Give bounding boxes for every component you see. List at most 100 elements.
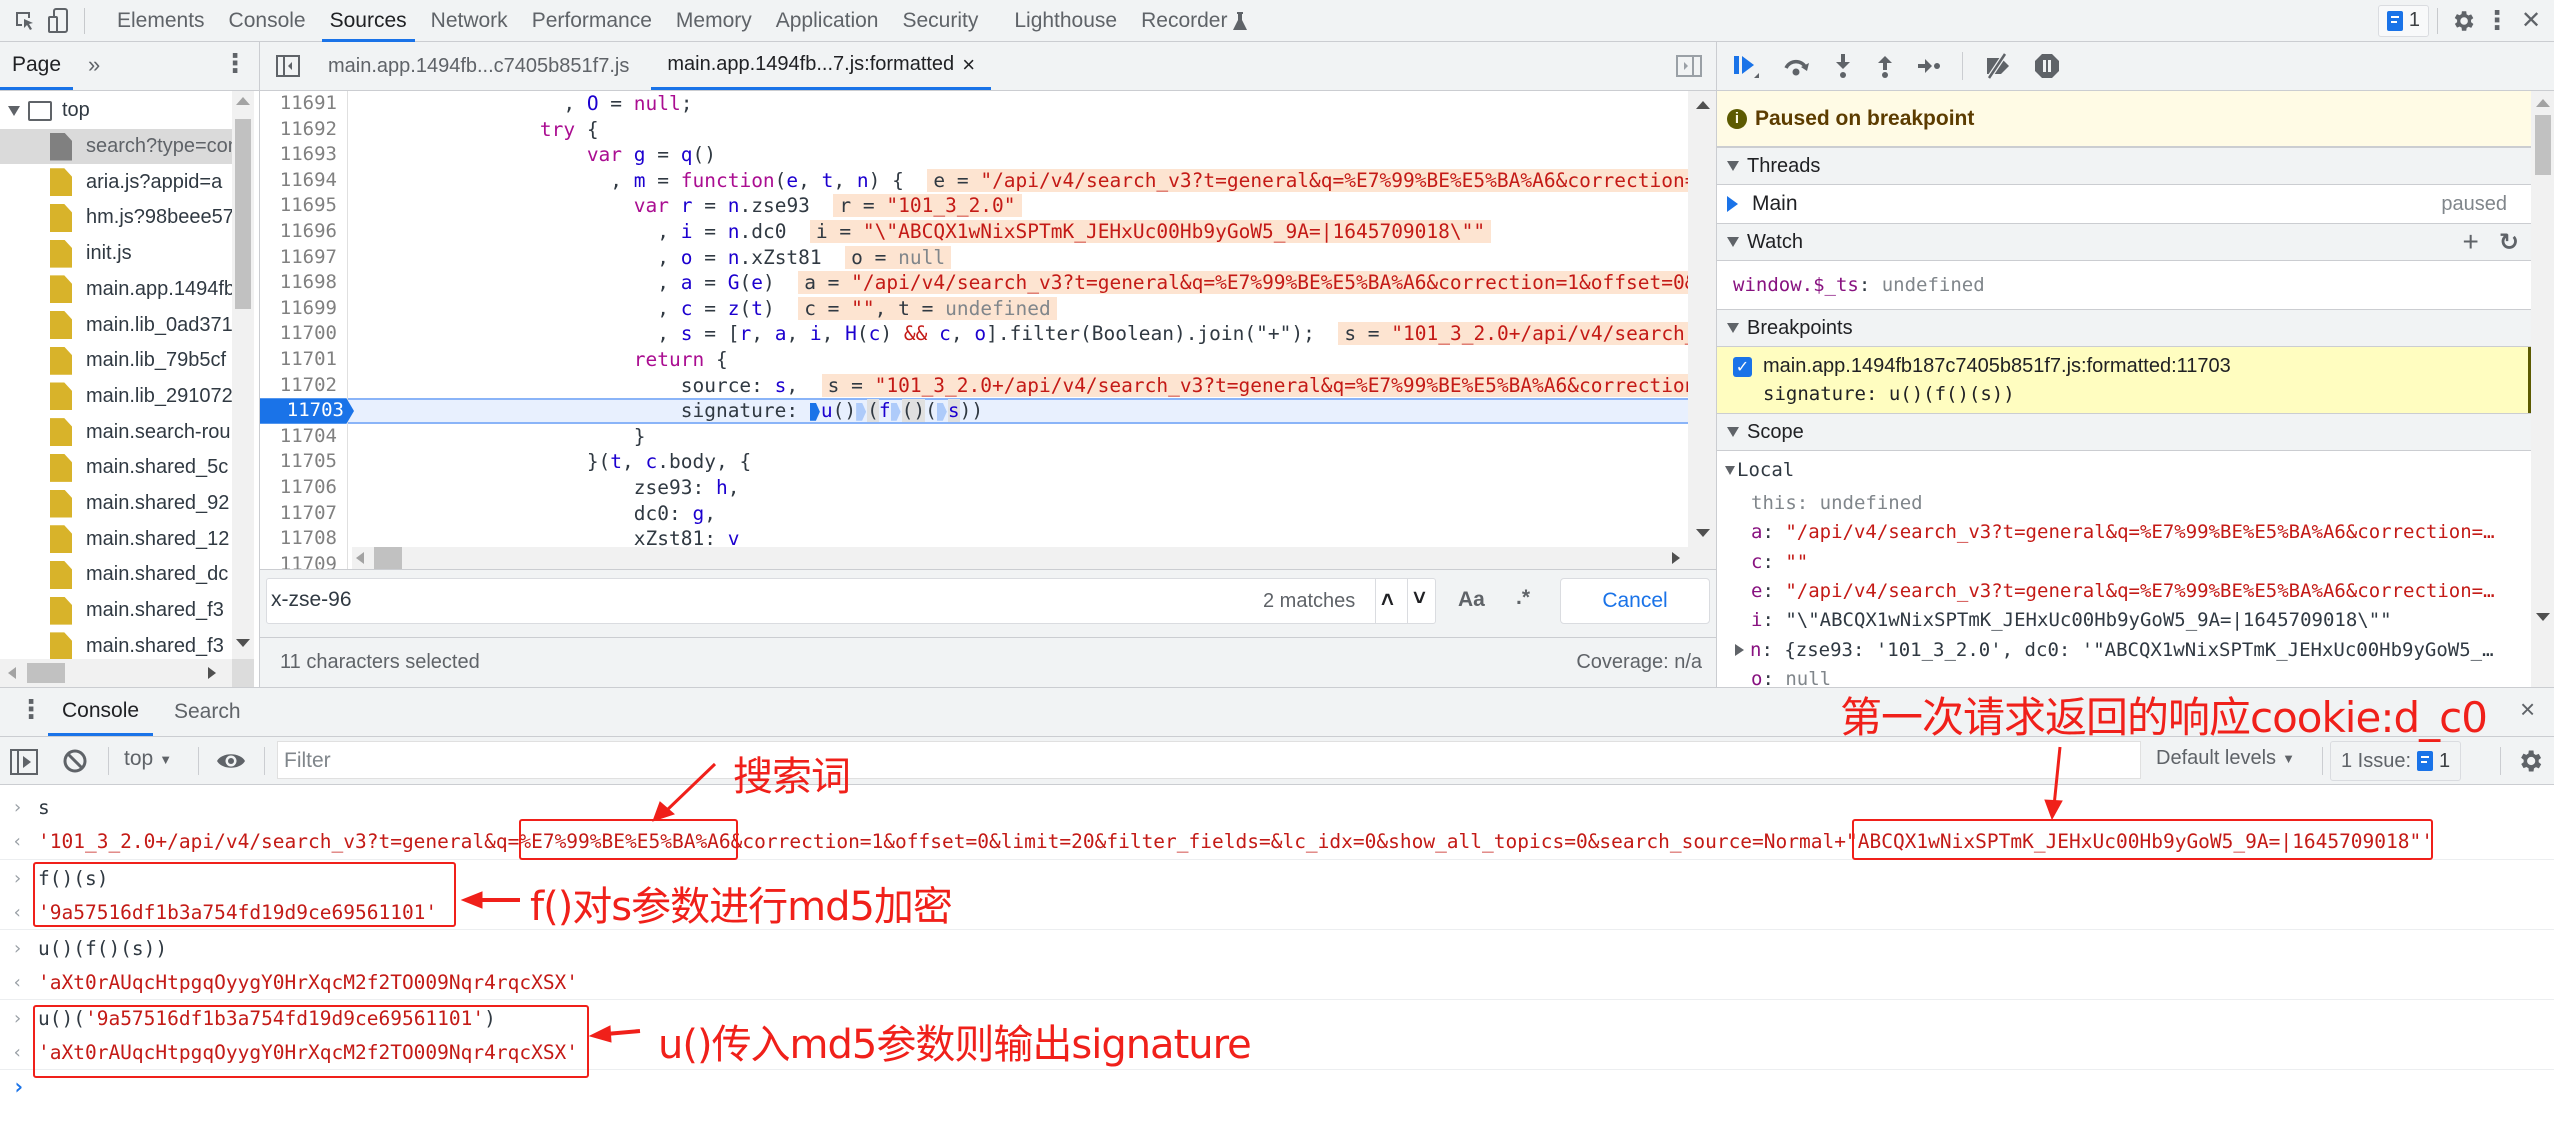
panel-tab-sources[interactable]: Sources [318,0,419,42]
step-over-icon[interactable] [1782,52,1812,80]
scroll-up-icon[interactable] [2536,99,2550,107]
code-line[interactable]: } [352,424,646,450]
line-number[interactable]: 11694 [260,168,347,194]
console-filter-input[interactable]: Filter [277,741,2141,779]
breakpoints-section-header[interactable]: Breakpoints [1717,309,2531,347]
code-line[interactable]: var g = q() [352,142,716,168]
settings-gear-icon[interactable] [2446,4,2480,38]
editor-tab[interactable]: main.app.1494fb...7.js:formatted × [651,42,992,90]
issues-button[interactable]: 1 [2377,4,2429,37]
panel-tab-console[interactable]: Console [217,0,318,42]
continue-to-location-marker-icon[interactable] [809,402,820,421]
breakpoint-checkbox[interactable]: ✓ [1733,357,1752,377]
more-options-icon[interactable]: ⋮ [2480,4,2514,38]
file-tree-item[interactable]: hm.js?98beee57 [0,200,232,236]
cancel-search-button[interactable]: Cancel [1560,578,1710,624]
panel-tab-lighthouse[interactable]: Lighthouse [1002,0,1129,42]
panel-tab-security[interactable]: Security [890,0,990,42]
scroll-right-icon[interactable] [208,667,216,679]
scroll-up-icon[interactable] [1696,101,1710,109]
code-line[interactable]: , m = function(e, t, n) { e = "/api/v4/s… [352,168,1716,194]
code-line[interactable]: source: s, s = "101_3_2.0+/api/v4/search… [352,373,1716,399]
breakpoint-item[interactable]: ✓ main.app.1494fb187c7405b851f7.js:forma… [1717,347,2531,413]
file-tree-item[interactable]: main.lib_0ad371 [0,307,232,343]
line-number[interactable]: 11705 [260,449,347,475]
file-tree-item[interactable]: aria.js?appid=a [0,164,232,200]
code-line[interactable]: , o = n.xZst81 o = null [352,245,952,271]
clear-console-icon[interactable] [62,748,88,774]
console-settings-gear-icon[interactable] [2516,747,2544,775]
file-tree-item[interactable]: main.shared_f3 [0,593,232,629]
file-tree-item[interactable]: search?type=content&q= [0,128,232,165]
console-prompt[interactable]: › [12,1075,25,1100]
line-number[interactable]: 11691 [260,91,347,117]
scrollbar-thumb[interactable] [235,119,251,309]
close-devtools-icon[interactable]: ✕ [2514,4,2548,38]
panel-tab-performance[interactable]: Performance [520,0,664,42]
code-line[interactable]: , s = [r, a, i, H(c) && c, o].filter(Boo… [352,321,1716,347]
live-expression-eye-icon[interactable] [216,749,246,773]
code-line[interactable]: var r = n.zse93 r = "101_3_2.0" [352,193,1022,219]
watch-expression[interactable]: window.$_ts: undefined [1717,261,2531,309]
scroll-down-icon[interactable] [2536,613,2550,621]
pause-on-exceptions-icon[interactable] [2033,52,2061,80]
file-tree-item[interactable]: main.shared_12 [0,521,232,557]
continue-to-location-marker-icon[interactable] [890,402,901,421]
line-number[interactable]: 11699 [260,296,347,322]
panel-tab-recorder[interactable]: Recorder [1129,0,1239,42]
coverage-status[interactable]: Coverage: n/a [1576,651,1702,674]
watch-section-header[interactable]: Watch + ↻ [1717,223,2531,261]
continue-to-location-marker-icon[interactable] [936,402,947,421]
next-match-icon[interactable]: ˅ [1413,585,1426,611]
line-number[interactable]: 11709 [260,552,347,569]
close-tab-icon[interactable]: × [962,52,975,78]
step-into-icon[interactable] [1832,52,1854,80]
tree-root-top[interactable]: top [0,93,232,129]
navigator-tab-page[interactable]: Page [0,42,74,90]
panel-tab-elements[interactable]: Elements [105,0,217,42]
scope-local-header[interactable]: Local [1725,459,1794,481]
scroll-down-icon[interactable] [1696,529,1710,537]
code-line[interactable]: , a = G(e) a = "/api/v4/search_v3?t=gene… [352,270,1716,296]
navigator-menu-icon[interactable]: ⋮ [222,48,248,79]
line-number[interactable]: 11700 [260,321,347,347]
expand-triangle-icon[interactable] [8,105,20,116]
file-tree-item[interactable]: main.search-rou [0,414,232,450]
match-case-toggle[interactable]: Aa [1458,588,1485,612]
line-number[interactable]: 11695 [260,193,347,219]
close-drawer-icon[interactable]: × [2520,694,2535,725]
panel-tab-network[interactable]: Network [419,0,520,42]
line-number[interactable]: 11697 [260,245,347,271]
inspect-element-icon[interactable] [8,4,42,38]
line-number[interactable]: 11692 [260,117,347,143]
deactivate-breakpoints-icon[interactable] [1983,52,2013,80]
panel-tab-memory[interactable]: Memory [664,0,764,42]
line-number[interactable]: 11707 [260,501,347,527]
previous-match-icon[interactable]: ˄ [1381,587,1394,613]
drawer-tab-console[interactable]: Console [48,688,154,736]
file-tree-item[interactable]: main.app.1494fb [0,272,232,308]
code-line[interactable]: zse93: h, [352,475,740,501]
debugger-scrollbar[interactable] [2531,91,2554,687]
editor-scrollbar[interactable] [1688,91,1716,569]
editor-tab[interactable]: main.app.1494fb...c7405b851f7.js [312,42,645,90]
scope-variable[interactable]: i: "\"ABCQX1wNixSPTmK_JEHxUc00Hb9yGoW5_9… [1751,606,2521,635]
navigator-scrollbar[interactable] [232,91,254,659]
device-toolbar-icon[interactable] [42,4,76,38]
thread-row-main[interactable]: Main paused [1717,185,2531,223]
threads-section-header[interactable]: Threads [1717,147,2531,185]
hscroll-thumb[interactable] [374,547,402,569]
file-tree-item[interactable]: main.lib_79b5cf [0,343,232,379]
scope-variable[interactable]: c: "" [1751,548,2521,577]
code-line[interactable]: }(t, c.body, { [352,449,751,475]
scope-variable[interactable]: e: "/api/v4/search_v3?t=general&q=%E7%99… [1751,577,2521,606]
console-issues-button[interactable]: 1 Issue: 1 [2330,741,2462,781]
line-number[interactable]: 11698 [260,270,347,296]
regex-toggle[interactable]: .* [1516,586,1530,610]
line-number[interactable]: 11702 [260,373,347,399]
continue-to-location-marker-icon[interactable] [856,402,867,421]
toggle-debugger-sidebar-icon[interactable] [1676,54,1702,78]
scope-variable[interactable]: n: {zse93: '101_3_2.0', dc0: '"ABCQX1wNi… [1735,636,2505,665]
context-selector[interactable]: top ▼ [124,747,172,771]
show-console-sidebar-icon[interactable] [10,749,38,775]
